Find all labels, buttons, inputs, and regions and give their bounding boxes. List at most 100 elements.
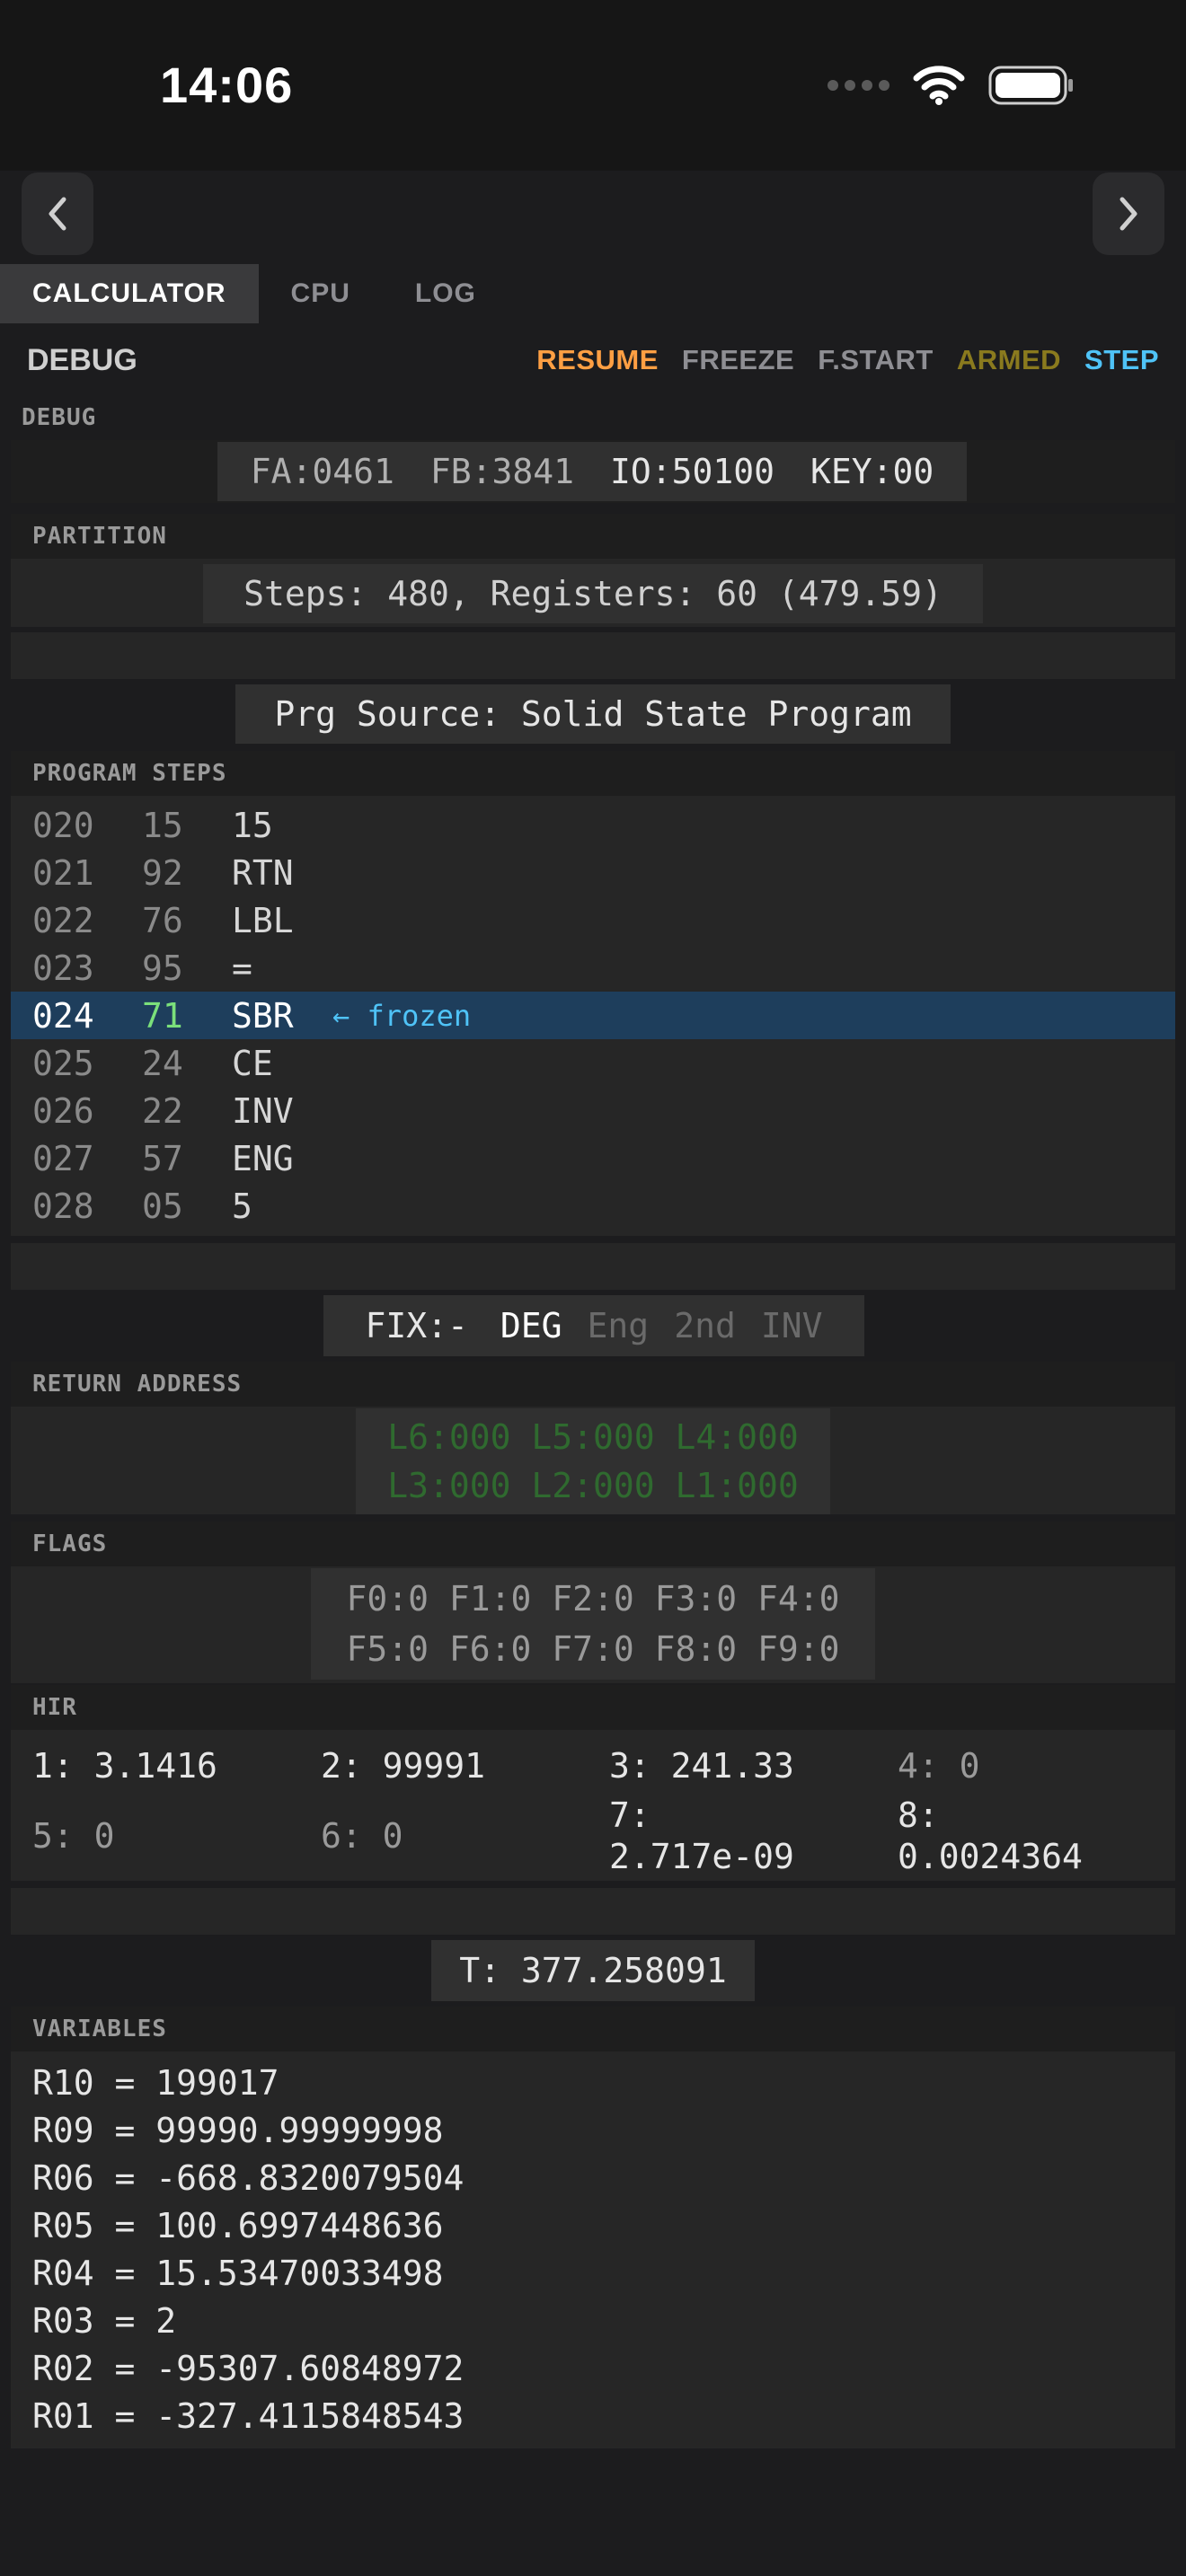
step-code: 76 <box>142 900 183 940</box>
mode-indicators: FIX:- DEG Eng 2nd INV <box>323 1295 864 1356</box>
program-step-row[interactable]: 027 57 ENG <box>11 1134 1175 1182</box>
t-register: T: 377.258091 <box>431 1940 755 2001</box>
back-button[interactable] <box>22 172 93 255</box>
tab-bar: CALCULATOR CPU LOG <box>0 264 509 323</box>
program-step-row[interactable]: 022 76 LBL <box>11 896 1175 944</box>
f-start-button[interactable]: F.START <box>818 344 934 376</box>
hir-register: 5: 0 <box>32 1816 115 1856</box>
program-step-row[interactable]: 020 15 15 <box>11 801 1175 849</box>
forward-button[interactable] <box>1093 172 1164 255</box>
step-mnemonic: LBL <box>232 900 294 940</box>
step-code: 71 <box>142 995 183 1036</box>
step-address: 028 <box>32 1186 94 1226</box>
hir-register: 6: 0 <box>321 1816 403 1856</box>
step-mnemonic: ENG <box>232 1138 294 1178</box>
inv-mode: INV <box>760 1306 823 1345</box>
spacer-band <box>11 1243 1175 1290</box>
step-code: 92 <box>142 852 183 893</box>
chevron-left-icon <box>49 197 66 231</box>
flags-header: FLAGS <box>11 1522 1175 1566</box>
step-address: 024 <box>32 995 94 1036</box>
fb-register: FB:3841 <box>429 452 574 491</box>
debug-section-label: DEBUG <box>22 404 97 431</box>
armed-button[interactable]: ARMED <box>957 344 1061 376</box>
program-steps-label: PROGRAM STEPS <box>32 760 227 787</box>
hir-register: 3: 241.33 <box>609 1746 794 1786</box>
program-step-row-current[interactable]: 024 71 SBR ← frozen <box>11 992 1175 1039</box>
chevron-right-icon <box>1120 197 1137 231</box>
fix-mode: FIX:- <box>365 1306 468 1345</box>
step-mnemonic: CE <box>232 1043 273 1083</box>
debug-title: DEBUG <box>27 342 137 377</box>
return-address-label: RETURN ADDRESS <box>32 1371 243 1398</box>
spacer-band <box>11 632 1175 679</box>
program-steps-header: PROGRAM STEPS <box>11 751 1175 796</box>
io-register: IO:50100 <box>610 452 775 491</box>
status-time: 14:06 <box>160 57 294 113</box>
step-address: 026 <box>32 1090 94 1131</box>
program-step-row[interactable]: 021 92 RTN <box>11 849 1175 896</box>
partition-header: PARTITION <box>11 514 1175 559</box>
hir-register: 8: 0.0024364 <box>898 1795 1083 1876</box>
second-mode: 2nd <box>674 1306 736 1345</box>
variable-row: R10 = 199017 <box>32 2062 279 2103</box>
tab-calculator[interactable]: CALCULATOR <box>0 264 259 323</box>
step-code: 95 <box>142 948 183 988</box>
flags-values: F0:0 F1:0 F2:0 F3:0 F4:0 F5:0 F6:0 F7:0 … <box>311 1568 875 1680</box>
signal-dots-icon <box>828 80 890 91</box>
step-mnemonic: SBR <box>232 995 294 1036</box>
program-step-row[interactable]: 023 95 = <box>11 944 1175 992</box>
variable-row: R04 = 15.53470033498 <box>32 2253 444 2293</box>
variable-row: R03 = 2 <box>32 2300 177 2341</box>
return-address-stack: L6:000 L5:000 L4:000 L3:000 L2:000 L1:00… <box>356 1408 830 1514</box>
hir-row-2: 5: 0 6: 0 7: 2.717e-09 8: 0.0024364 <box>11 1793 1175 1879</box>
step-address: 023 <box>32 948 94 988</box>
hir-register: 7: 2.717e-09 <box>609 1795 794 1876</box>
step-address: 021 <box>32 852 94 893</box>
battery-icon <box>988 66 1073 105</box>
return-address-header: RETURN ADDRESS <box>11 1362 1175 1407</box>
program-step-row[interactable]: 025 24 CE <box>11 1039 1175 1087</box>
hir-label: HIR <box>32 1694 77 1721</box>
eng-mode: Eng <box>587 1306 650 1345</box>
step-address: 027 <box>32 1138 94 1178</box>
return-address-line-1: L6:000 L5:000 L4:000 <box>387 1417 799 1457</box>
step-mnemonic: INV <box>232 1090 294 1131</box>
step-code: 24 <box>142 1043 183 1083</box>
hir-panel: HIR 1: 3.1416 2: 99991 3: 241.33 4: 0 5:… <box>11 1685 1175 1881</box>
step-button[interactable]: STEP <box>1084 344 1159 376</box>
variables-panel: VARIABLES R10 = 199017 R09 = 99990.99999… <box>11 2007 1175 2448</box>
return-address-line-2: L3:000 L2:000 L1:000 <box>387 1466 799 1505</box>
tab-cpu[interactable]: CPU <box>259 264 383 323</box>
spacer-band <box>11 1888 1175 1935</box>
hir-register: 2: 99991 <box>321 1746 486 1786</box>
key-register: KEY:00 <box>810 452 934 491</box>
step-code: 05 <box>142 1186 183 1226</box>
resume-button[interactable]: RESUME <box>536 344 659 376</box>
program-steps-list: 020 15 15 021 92 RTN 022 76 LBL 023 95 =… <box>11 796 1175 1230</box>
flags-line-2: F5:0 F6:0 F7:0 F8:0 F9:0 <box>346 1629 840 1669</box>
status-bar: 14:06 <box>0 0 1186 171</box>
hir-register: 4: 0 <box>898 1746 980 1786</box>
variables-list: R10 = 199017 R09 = 99990.99999998 R06 = … <box>11 2051 1175 2439</box>
program-step-row[interactable]: 026 22 INV <box>11 1087 1175 1134</box>
variable-row: R02 = -95307.60848972 <box>32 2348 465 2388</box>
hir-register: 1: 3.1416 <box>32 1746 217 1786</box>
step-code: 15 <box>142 805 183 845</box>
variables-label: VARIABLES <box>32 2016 167 2042</box>
frozen-marker: ← frozen <box>332 998 472 1033</box>
freeze-button[interactable]: FREEZE <box>682 344 794 376</box>
program-step-row[interactable]: 028 05 5 <box>11 1182 1175 1230</box>
cpu-registers-line: FA:0461 FB:3841 IO:50100 KEY:00 <box>217 442 967 501</box>
partition-label: PARTITION <box>32 523 167 550</box>
variable-row: R05 = 100.6997448636 <box>32 2205 444 2245</box>
fa-register: FA:0461 <box>250 452 394 491</box>
step-code: 57 <box>142 1138 183 1178</box>
variable-row: R01 = -327.4115848543 <box>32 2395 465 2436</box>
hir-row-1: 1: 3.1416 2: 99991 3: 241.33 4: 0 <box>11 1730 1175 1793</box>
flags-line-1: F0:0 F1:0 F2:0 F3:0 F4:0 <box>346 1579 840 1619</box>
tab-log[interactable]: LOG <box>383 264 509 323</box>
angle-mode: DEG <box>500 1306 562 1345</box>
debug-toolbar: DEBUG RESUME FREEZE F.START ARMED STEP <box>0 329 1186 392</box>
flags-label: FLAGS <box>32 1531 108 1557</box>
